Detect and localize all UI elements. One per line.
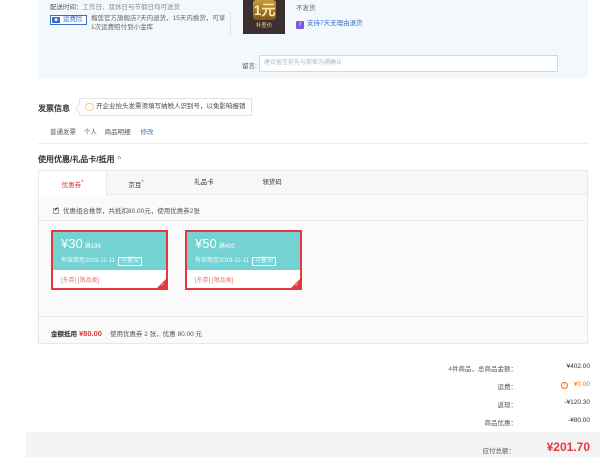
divider [39,316,587,317]
tab-jingdou[interactable]: 京豆* [119,171,153,195]
divider [230,12,231,36]
combo-recommend[interactable]: 优惠组合推荐，共抵扣80.00元，使用优惠券2张 [53,205,200,215]
check-icon: ✓ [294,282,299,288]
invoice-tip: ◯ 开企业抬头发票须填写纳税人识别号，以免影响报销 [79,98,252,116]
tab-label: 优惠券 [61,182,82,190]
summary-detail: 使用优惠券 2 张，优惠 80.00 元 [109,331,203,338]
freight-insurance-text: 榴莲官方旗舰店7天内退货，15天内换货，可享1次运费赔付到小金库 [91,15,226,31]
divider [38,143,588,144]
invoice-details: 普通发票 个人 商品明细 修改 [50,126,159,136]
coupon-condition: 满400 [218,244,235,250]
freight-insurance-label: 运费险 [63,16,83,23]
coupon-summary: 金额抵用 ¥80.00 使用优惠券 2 张，优惠 80.00 元 [51,328,202,338]
coupon-amount: ¥50 [195,236,217,251]
freight-value: ¥0.00 [573,381,590,388]
coupon-validity: 有效期至2019-11-11 [195,258,249,264]
coupon-top: ¥50 满400 有效期至2019-11-11 可叠加 [187,232,300,270]
payable-bar: 应付总额： ¥201.70 [26,432,600,457]
combo-checkbox[interactable] [53,206,59,214]
rebate-label: 返现： [497,402,518,409]
payable-label: 应付总额： [482,448,516,455]
delivery-time-value: 工作日、双休日与节假日均可送货 [82,4,181,11]
goods-label-text: 件商品，总商品金额： [452,366,517,373]
return-policy-label: 支持7天无理由退货 [307,20,363,27]
coupon-amount-line: ¥50 满400 [195,236,235,251]
coupon-amount-line: ¥30 满199 [61,236,101,251]
order-totals: 4件商品，总商品金额： ¥402.00 运费： ! ¥0.00 返现： -¥120… [390,363,590,435]
coupon-card[interactable]: ¥30 满199 有效期至2019-11-11 可叠加 [东券] [限品类] ✓ [51,230,168,290]
coupon-scope: [东券] [限品类] [61,278,100,284]
summary-amount: ¥80.00 [79,329,102,338]
totals-row-goods: 4件商品，总商品金额： ¥402.00 [390,363,590,381]
tab-mark: * [141,180,144,186]
coupon-stackable-badge: 可叠加 [251,257,276,266]
tab-gift-card[interactable]: 礼品卡 [187,171,221,195]
info-icon[interactable]: ! [560,382,568,389]
divider [39,220,587,221]
tab-label: 京豆 [128,182,142,190]
payable-amount: ¥201.70 [546,440,590,454]
summary-label: 金额抵用 [51,331,77,338]
delivery-time: 配送时间：工作日、双休日与节假日均可送货 [50,1,180,11]
delivery-time-label: 配送时间： [50,4,83,11]
freight-value-wrap: ! ¥0.00 [560,381,590,389]
product-image-text: 1元 [253,0,276,20]
coupon-amount: ¥30 [61,236,83,251]
goods-amount: ¥402.00 [566,363,591,370]
rebate-value: -¥120.30 [564,399,590,406]
freight-label: 运费： [497,384,518,391]
truck-icon: ■ [52,17,60,23]
memo-label: 留言: [242,63,257,70]
check-icon: ✓ [160,282,165,288]
coupon-validity-line: 有效期至2019-11-11 可叠加 [61,255,142,266]
memo-input[interactable]: 建议留言前先与商家沟通确认 [259,55,558,72]
product-image-sub: 补差价 [255,23,273,29]
return-7day-icon: 7 [296,21,304,29]
coupon-scope: [东券] [限品类] [195,278,234,284]
discount-label: 商品优惠： [484,420,518,427]
coupons-title-label: 使用优惠/礼品卡/抵用 [38,155,115,164]
lightbulb-icon: ◯ [85,102,94,111]
invoice-edit-link[interactable]: 修改 [140,129,153,136]
coupons-panel: 优惠券* 京豆* 礼品卡 领货码 优惠组合推荐，共抵扣80.00元，使用优惠券2… [38,170,588,344]
coupon-validity-line: 有效期至2019-11-11 可叠加 [195,255,276,266]
invoice-content: 商品明细 [104,129,131,136]
freight-insurance-badge[interactable]: ■ 运费险 [50,15,87,25]
product-image[interactable]: 1元 补差价 [243,0,285,34]
combo-text: 优惠组合推荐，共抵扣80.00元，使用优惠券2张 [63,208,200,215]
invoice-type: 普通发票 [50,129,76,136]
totals-row-freight: 运费： ! ¥0.00 [390,381,591,399]
coupon-validity: 有效期至2019-11-11 [61,258,115,264]
coupon-top: ¥30 满199 有效期至2019-11-11 可叠加 [53,232,166,270]
invoice-tip-text: 开企业抬头发票须填写纳税人识别号，以免影响报销 [96,103,246,110]
goods-label: 4件商品，总商品金额： [448,363,517,373]
shipping-section: 配送时间：工作日、双休日与节假日均可送货 ■ 运费险 榴莲官方旗舰店7天内退货，… [38,0,588,78]
chevron-up-icon: ^ [117,155,122,164]
coupon-card[interactable]: ¥50 满400 有效期至2019-11-11 可叠加 [东券] [限品类] ✓ [185,230,302,290]
totals-row-rebate: 返现： -¥120.30 [390,399,591,417]
invoice-title: 发票信息 [38,104,70,113]
coupon-condition: 满199 [84,244,101,250]
coupons-tabs: 优惠券* 京豆* 礼品卡 领货码 [39,171,587,196]
no-ship-status: 不发货 [296,5,316,12]
discount-value: -¥80.00 [567,417,590,424]
tab-label: 领货码 [262,179,282,186]
invoice-holder: 个人 [83,129,97,136]
coupons-title[interactable]: 使用优惠/礼品卡/抵用 ^ [38,154,121,165]
tab-pickup-code[interactable]: 领货码 [253,171,291,195]
tab-mark: * [81,180,84,186]
tab-label: 礼品卡 [194,179,214,186]
return-policy[interactable]: 7 支持7天无理由退货 [296,17,363,29]
coupon-stackable-badge: 可叠加 [117,257,142,266]
tab-coupons[interactable]: 优惠券* [39,171,107,196]
